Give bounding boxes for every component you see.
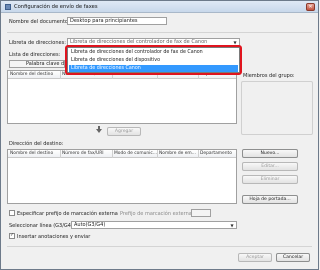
- annotations-checkbox[interactable]: ✓: [9, 233, 15, 239]
- outside-prefix-label: Especificar prefijo de marcación externa: [17, 211, 118, 217]
- document-name-input[interactable]: Desktop para principiantes: [67, 17, 167, 25]
- close-button[interactable]: ✕: [306, 3, 315, 11]
- fax-settings-dialog: Configuración de envío de faxes ✕ Nombre…: [0, 0, 319, 270]
- column-header[interactable]: Nombre del destino: [10, 72, 53, 77]
- prefix-field-label: Prefijo de marcación externa:: [120, 211, 194, 217]
- column-header[interactable]: Nombre del destino: [10, 151, 53, 156]
- edit-button[interactable]: Editar...: [242, 162, 298, 171]
- address-list-label: Lista de direcciones:: [9, 52, 61, 58]
- column-header[interactable]: Nombre de em...: [159, 151, 196, 156]
- group-members-label: Miembros del grupo:: [243, 73, 295, 79]
- keyword-label: Palabra clave d: [26, 61, 65, 67]
- cover-sheet-button[interactable]: Hoja de portada...: [242, 195, 298, 204]
- line-select-value: Auto(G3/G4): [74, 222, 106, 228]
- arrow-down-icon: [96, 129, 102, 133]
- line-select[interactable]: Auto(G3/G4) ▼: [71, 221, 237, 229]
- line-select-label: Seleccionar línea (G3/G4):: [9, 223, 75, 229]
- address-list-table[interactable]: Nombre del destino Número de fax/URI Mod…: [7, 70, 237, 124]
- new-button[interactable]: Nuevo...: [242, 149, 298, 158]
- column-header[interactable]: Número de fax/URI: [62, 151, 104, 156]
- document-name-label: Nombre del documento:: [9, 19, 70, 25]
- annotations-label: Insertar anotaciones y enviar: [17, 234, 91, 240]
- column-header[interactable]: Modo de comunic...: [114, 151, 157, 156]
- group-members-list[interactable]: [241, 81, 313, 135]
- add-button[interactable]: Agregar: [107, 127, 141, 136]
- divider: [7, 32, 312, 33]
- destination-label: Dirección del destino:: [9, 141, 64, 147]
- cancel-button[interactable]: Cancelar: [276, 253, 310, 262]
- destination-table[interactable]: Nombre del destino Número de fax/URI Mod…: [7, 149, 237, 204]
- column-header[interactable]: Departamento: [200, 151, 232, 156]
- divider: [7, 246, 312, 247]
- fax-icon: [5, 4, 11, 10]
- destination-header: Nombre del destino Número de fax/URI Mod…: [8, 150, 236, 158]
- highlight-frame: [65, 45, 242, 75]
- keyword-field[interactable]: Palabra clave d: [9, 60, 65, 68]
- window-title: Configuración de envío de faxes: [14, 4, 98, 10]
- address-book-label: Libreta de direcciones:: [9, 40, 66, 46]
- accept-button[interactable]: Aceptar: [238, 253, 272, 262]
- outside-prefix-checkbox[interactable]: [9, 210, 15, 216]
- prefix-input[interactable]: [191, 209, 211, 217]
- delete-button[interactable]: Eliminar: [242, 175, 298, 184]
- title-bar: Configuración de envío de faxes ✕: [1, 1, 318, 13]
- chevron-down-icon: ▼: [230, 223, 234, 228]
